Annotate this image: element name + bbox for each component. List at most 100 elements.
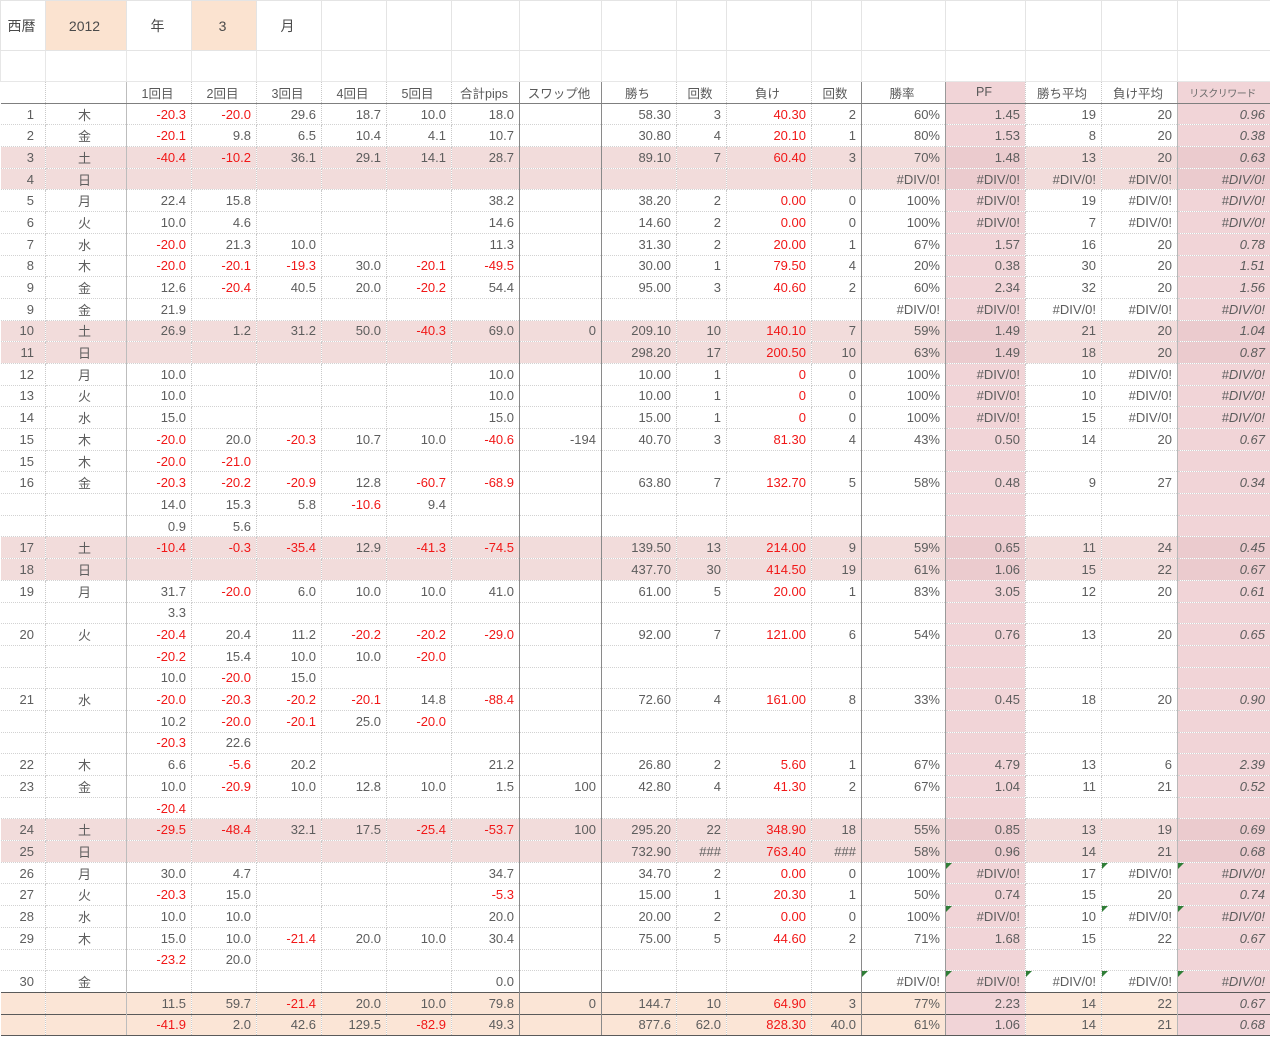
cell[interactable]: 3.3 <box>126 602 192 625</box>
cell[interactable]: -5.3 <box>451 883 520 907</box>
cell[interactable]: 5 <box>811 471 862 495</box>
weekday-cell[interactable] <box>45 732 127 755</box>
cell[interactable]: 15.0 <box>191 883 257 907</box>
cell[interactable]: 0 <box>811 862 862 885</box>
day-number-cell[interactable]: 14 <box>0 406 46 429</box>
cell[interactable] <box>451 450 520 473</box>
cell[interactable]: -20.1 <box>256 710 322 733</box>
cell[interactable]: #DIV/0! <box>1177 363 1270 386</box>
cell[interactable] <box>451 493 520 516</box>
cell[interactable] <box>256 385 322 408</box>
cell[interactable] <box>519 211 602 234</box>
cell[interactable]: 60% <box>861 276 946 299</box>
cell[interactable]: 0.74 <box>945 883 1026 907</box>
cell[interactable] <box>126 168 192 191</box>
cell[interactable] <box>519 103 602 126</box>
column-header[interactable]: 合計pips <box>451 81 520 104</box>
cell[interactable]: 10.0 <box>451 363 520 386</box>
cell[interactable]: 29.6 <box>256 103 322 126</box>
weekday-cell[interactable]: 土 <box>45 818 127 842</box>
day-number-cell[interactable]: 23 <box>0 775 46 798</box>
cell[interactable]: 14.1 <box>386 146 452 169</box>
cell[interactable]: 30 <box>676 558 727 581</box>
cell[interactable] <box>321 406 387 429</box>
cell[interactable] <box>861 450 946 473</box>
cell[interactable]: 12.6 <box>126 276 192 299</box>
cell[interactable]: #DIV/0! <box>945 211 1026 234</box>
cell[interactable]: 21 <box>1101 1013 1178 1037</box>
column-header[interactable] <box>0 81 46 104</box>
cell[interactable]: 30.4 <box>451 927 520 950</box>
cell[interactable]: 0.45 <box>945 688 1026 711</box>
cell[interactable] <box>1025 667 1102 690</box>
cell[interactable]: 20.0 <box>321 991 387 1015</box>
cell[interactable]: 0.38 <box>945 255 1026 278</box>
cell[interactable] <box>1025 645 1102 668</box>
cell[interactable] <box>945 797 1026 820</box>
cell[interactable] <box>451 710 520 733</box>
cell[interactable] <box>256 406 322 429</box>
column-header[interactable]: PF <box>945 81 1026 104</box>
cell[interactable]: 10 <box>676 991 727 1015</box>
cell[interactable]: 0.65 <box>945 536 1026 560</box>
cell[interactable] <box>519 471 602 495</box>
cell[interactable]: 3 <box>676 276 727 299</box>
cell[interactable]: 16 <box>1025 233 1102 256</box>
cell[interactable] <box>519 645 602 668</box>
cell[interactable]: 100% <box>861 189 946 213</box>
cell[interactable] <box>451 558 520 581</box>
cell[interactable]: 0.74 <box>1177 883 1270 907</box>
day-number-cell[interactable] <box>0 493 46 516</box>
cell[interactable]: 50% <box>861 883 946 907</box>
column-header[interactable]: 2回目 <box>191 81 257 104</box>
cell[interactable]: 20 <box>1101 233 1178 256</box>
cell[interactable]: 214.00 <box>726 536 812 560</box>
cell[interactable]: 30.80 <box>601 124 677 148</box>
day-number-cell[interactable] <box>0 991 46 1015</box>
cell[interactable]: 10 <box>1025 905 1102 928</box>
cell[interactable] <box>191 797 257 820</box>
cell[interactable] <box>519 1013 602 1037</box>
cell[interactable]: 36.1 <box>256 146 322 169</box>
cell[interactable] <box>676 645 727 668</box>
cell[interactable]: 67% <box>861 233 946 256</box>
cell[interactable] <box>386 363 452 386</box>
column-header[interactable]: リスクリワード <box>1177 81 1270 104</box>
cell[interactable]: -29.0 <box>451 623 520 646</box>
cell[interactable] <box>519 255 602 278</box>
cell[interactable]: 14.8 <box>386 688 452 711</box>
cell[interactable]: 41.0 <box>451 580 520 603</box>
cell[interactable]: 4.1 <box>386 124 452 148</box>
cell[interactable]: 40.5 <box>256 276 322 299</box>
day-number-cell[interactable] <box>0 797 46 820</box>
cell[interactable]: 79.50 <box>726 255 812 278</box>
day-number-cell[interactable] <box>0 602 46 625</box>
cell[interactable] <box>519 862 602 885</box>
cell[interactable]: -40.4 <box>126 146 192 169</box>
cell[interactable]: 1.2 <box>191 320 257 343</box>
cell[interactable] <box>519 970 602 993</box>
cell[interactable] <box>256 883 322 907</box>
cell[interactable]: 42.80 <box>601 775 677 798</box>
cell[interactable]: 129.5 <box>321 1013 387 1037</box>
cell[interactable]: -194 <box>519 428 602 451</box>
cell[interactable]: 0 <box>726 406 812 429</box>
cell[interactable]: 14 <box>1025 1013 1102 1037</box>
cell[interactable] <box>811 797 862 820</box>
day-number-cell[interactable]: 9 <box>0 276 46 299</box>
cell[interactable]: -68.9 <box>451 471 520 495</box>
cell[interactable]: 20.0 <box>321 276 387 299</box>
cell[interactable]: 31.2 <box>256 320 322 343</box>
cell[interactable]: 20.00 <box>726 233 812 256</box>
cell[interactable] <box>1101 602 1178 625</box>
cell[interactable]: 0.61 <box>1177 580 1270 603</box>
cell[interactable] <box>256 450 322 473</box>
cell[interactable]: 14 <box>1025 428 1102 451</box>
cell[interactable]: 0.96 <box>945 840 1026 863</box>
cell[interactable] <box>191 363 257 386</box>
column-header[interactable]: 回数 <box>811 81 862 104</box>
cell[interactable]: 34.70 <box>601 862 677 885</box>
day-number-cell[interactable]: 11 <box>0 341 46 364</box>
cell[interactable] <box>726 797 812 820</box>
cell[interactable]: 437.70 <box>601 558 677 581</box>
